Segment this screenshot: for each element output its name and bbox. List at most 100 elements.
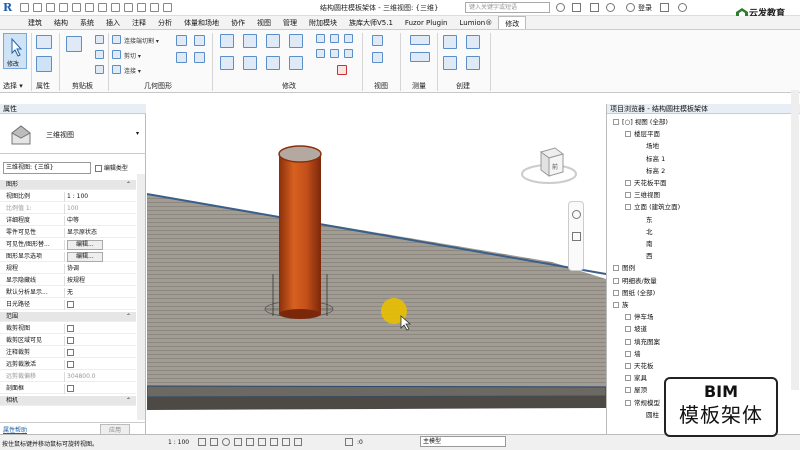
edit-type-button[interactable]: 编辑类型: [95, 163, 128, 172]
tab-1[interactable]: 结构: [48, 16, 74, 29]
property-value[interactable]: [64, 360, 126, 370]
property-value[interactable]: [64, 384, 126, 394]
viewcube-icon[interactable]: [519, 144, 579, 189]
expand-icon[interactable]: [625, 338, 631, 345]
3d-viewport[interactable]: 前: [147, 104, 606, 434]
search-input[interactable]: 键入关键字或短语: [465, 2, 550, 13]
property-value[interactable]: 304800.0: [64, 372, 126, 382]
tree-node[interactable]: 东: [637, 216, 653, 225]
tree-node[interactable]: 北: [637, 228, 653, 237]
measure-tool-icon[interactable]: [410, 35, 430, 45]
reveal-hidden-icon[interactable]: [294, 438, 302, 446]
tree-node[interactable]: 三维视图: [625, 191, 660, 200]
expand-icon[interactable]: [625, 192, 631, 199]
tree-node[interactable]: 屋顶: [625, 386, 647, 395]
match-type-icon[interactable]: [95, 65, 104, 74]
unpin-icon[interactable]: [344, 49, 353, 58]
property-row[interactable]: 裁剪视图: [0, 324, 136, 334]
geo-item-2[interactable]: 连接 ▾: [124, 66, 141, 75]
zoom-icon[interactable]: [572, 232, 581, 241]
property-value[interactable]: [64, 300, 126, 310]
tab-10[interactable]: 附加模块: [303, 16, 343, 29]
tab-8[interactable]: 视图: [251, 16, 277, 29]
copy-element-icon[interactable]: [243, 56, 257, 70]
browser-scrollbar[interactable]: [791, 90, 799, 390]
offset-icon[interactable]: [243, 34, 257, 48]
undo-icon[interactable]: [46, 3, 55, 12]
navigation-bar[interactable]: [568, 201, 584, 271]
property-value[interactable]: 显示原状态: [64, 228, 126, 238]
property-edit-button[interactable]: 编辑...: [67, 240, 103, 250]
hide-icon[interactable]: [372, 35, 383, 46]
property-category[interactable]: 图形 ⌃: [0, 180, 136, 190]
property-checkbox[interactable]: [67, 337, 74, 344]
property-value[interactable]: [64, 336, 126, 346]
expand-icon[interactable]: [625, 350, 631, 357]
tab-9[interactable]: 管理: [277, 16, 303, 29]
geo-item-0[interactable]: 连接端切割 ▾: [124, 36, 159, 45]
type-properties-icon[interactable]: [36, 35, 52, 49]
tree-node[interactable]: 坡道: [625, 325, 647, 334]
property-category[interactable]: 范围 ⌃: [0, 312, 136, 322]
print-icon[interactable]: [72, 3, 81, 12]
delete-icon[interactable]: [337, 65, 347, 75]
select-group-label[interactable]: 选择 ▾: [3, 81, 23, 91]
tree-node[interactable]: 立面 (建筑立面): [625, 203, 680, 212]
split-gap-icon[interactable]: [330, 34, 339, 43]
tree-node[interactable]: 南: [637, 240, 653, 249]
exchange-apps-icon[interactable]: [660, 3, 669, 12]
expand-icon[interactable]: [625, 363, 631, 369]
property-value[interactable]: 1 : 100: [64, 192, 126, 202]
align-icon[interactable]: [220, 34, 234, 48]
tree-node[interactable]: [○] 视图 (全部): [613, 118, 668, 127]
tree-node[interactable]: 明细表/数量: [613, 277, 657, 286]
tree-node[interactable]: 西: [637, 252, 653, 261]
type-dropdown-icon[interactable]: ▾: [136, 130, 139, 137]
visual-style-icon[interactable]: [210, 438, 218, 446]
section-icon[interactable]: [124, 3, 133, 12]
expand-icon[interactable]: [625, 375, 631, 382]
expand-icon[interactable]: [613, 119, 619, 125]
tree-node[interactable]: 常规模型: [625, 399, 660, 408]
properties-help-link[interactable]: 属性帮助: [3, 425, 27, 434]
tree-node[interactable]: 标高 2: [637, 167, 665, 176]
tree-node[interactable]: 墙: [625, 350, 641, 359]
redo-icon[interactable]: [59, 3, 68, 12]
tab-5[interactable]: 分析: [152, 16, 178, 29]
expand-icon[interactable]: [625, 180, 631, 186]
property-row[interactable]: 剖面框: [0, 384, 136, 394]
expand-icon[interactable]: [625, 387, 631, 394]
show-crop-icon[interactable]: [258, 438, 266, 446]
sun-path-icon[interactable]: [222, 438, 230, 446]
property-checkbox[interactable]: [67, 349, 74, 356]
demolish-icon[interactable]: [194, 52, 205, 63]
property-row[interactable]: 详细程度 中等: [0, 216, 136, 226]
create-parts-icon[interactable]: [466, 35, 480, 49]
property-row[interactable]: 比例值 1: 100: [0, 204, 136, 214]
tree-node[interactable]: 场地: [637, 142, 659, 151]
trim-icon[interactable]: [289, 56, 303, 70]
tree-node[interactable]: 天花板平面: [625, 179, 667, 188]
property-checkbox[interactable]: [67, 361, 74, 368]
property-value[interactable]: [64, 324, 126, 334]
tree-node[interactable]: 图例: [613, 264, 635, 273]
properties-scrollbar[interactable]: [137, 174, 145, 420]
tab-7[interactable]: 协作: [225, 16, 251, 29]
tree-node[interactable]: 族: [613, 301, 629, 310]
array-icon[interactable]: [316, 49, 325, 58]
property-row[interactable]: 规程 协调: [0, 264, 136, 274]
communication-icon[interactable]: [590, 3, 599, 12]
property-row[interactable]: 远剪裁偏移 304800.0: [0, 372, 136, 382]
save-icon[interactable]: [33, 3, 42, 12]
property-value[interactable]: 100: [64, 204, 126, 214]
favorites-icon[interactable]: [606, 3, 615, 12]
tab-2[interactable]: 系统: [74, 16, 100, 29]
tab-4[interactable]: 注释: [126, 16, 152, 29]
cut-geometry-icon[interactable]: [112, 50, 121, 59]
wall-joins-icon[interactable]: [176, 52, 187, 63]
expand-icon[interactable]: [625, 314, 631, 321]
property-row[interactable]: 零件可见性 显示原状态: [0, 228, 136, 238]
tree-node[interactable]: 圆柱: [637, 411, 659, 420]
text-icon[interactable]: [98, 3, 107, 12]
property-row[interactable]: 视图比例 1 : 100: [0, 192, 136, 202]
